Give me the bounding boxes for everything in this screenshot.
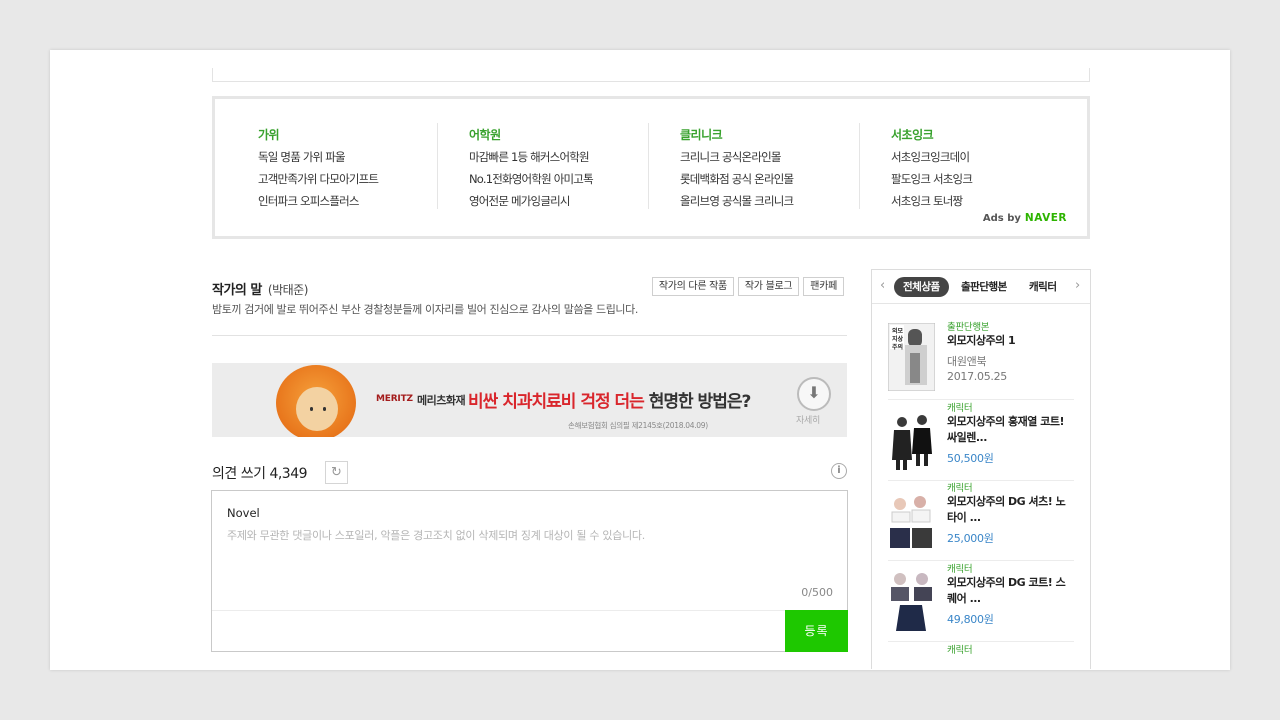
char-counter: 0/500 [801,586,833,599]
refresh-icon[interactable]: ↻ [325,461,348,484]
product-publisher: 대원앤북 [947,355,987,368]
ads-link[interactable]: 올리브영 공식몰 크리니크 [680,193,794,209]
svg-text:외모: 외모 [892,327,904,335]
download-arrow-icon[interactable]: ⬇ [797,377,831,411]
banner-headline: 비싼 치과치료비 걱정 더는 현명한 방법은? [468,387,752,412]
ads-link[interactable]: 서초잉크 토너짱 [891,193,963,209]
lion-eye [323,407,326,411]
banner-ad[interactable]: MERITZ 메리츠화재 비싼 치과치료비 걱정 더는 현명한 방법은? 손해보… [212,363,847,437]
product-item[interactable]: 외모 지상 주의 출판단행본 외모지상주의 1 대원앤북 2017.05.25 [888,319,1074,400]
product-category: 캐릭터 [947,483,973,494]
product-title[interactable]: 외모지상주의 DG 코트! 스퀘어 ... [947,575,1074,607]
product-thumbnail [888,484,935,552]
ads-link[interactable]: 독일 명품 가위 파울 [258,149,346,165]
product-category: 캐릭터 [947,645,973,656]
ads-link[interactable]: 영어전문 메가잉글리시 [469,193,570,209]
comment-user-name: Novel [227,506,260,520]
related-products-sidebar: ‹ 전체상품 출판단행본 캐릭터 › 외모 지상 주의 출판단행본 외모지상주의… [871,269,1091,669]
naver-ads-box: 가위 독일 명품 가위 파울 고객만족가위 다모아기프트 인터파크 오피스플러스… [212,96,1090,239]
tab-characters[interactable]: 캐릭터 [1020,277,1065,297]
top-divider [212,68,1090,82]
ads-column-ink: 서초잉크 서초잉크잉크데이 팔도잉크 서초잉크 서초잉크 토너짱 [859,123,1070,209]
author-note-title: 작가의 말 (박태준) [212,279,308,298]
product-category: 캐릭터 [947,403,973,414]
svg-text:지상: 지상 [892,335,904,343]
product-item[interactable]: 캐릭터 외모지상주의 홍재열 코트! 싸일렌... 50,500원 [888,400,1074,481]
product-price: 50,500원 [947,452,994,465]
tab-all-products[interactable]: 전체상품 [894,277,949,297]
svg-text:주의: 주의 [892,343,903,351]
ads-link[interactable]: 팔도잉크 서초잉크 [891,171,973,187]
product-date: 2017.05.25 [947,370,1007,383]
product-price: 49,800원 [947,613,994,626]
ads-link[interactable]: 마감빠른 1등 해커스어학원 [469,149,590,165]
product-title[interactable]: 외모지상주의 1 [947,333,1074,349]
banner-headline-highlight: 비싼 치과치료비 걱정 더는 [468,392,645,412]
lion-face [296,387,338,431]
naver-logo: NAVER [1024,212,1067,224]
ads-column-language: 어학원 마감빠른 1등 해커스어학원 No.1전화영어학원 아미고톡 영어전문 … [437,123,648,209]
banner-detail-label[interactable]: 자세히 [796,413,820,426]
ads-column-clinique: 클리니크 크리니크 공식온라인몰 롯데백화점 공식 온라인몰 올리브영 공식몰 … [648,123,859,209]
fan-cafe-button[interactable]: 팬카페 [803,277,844,296]
author-buttons: 작가의 다른 작품 작가 블로그 팬카페 [651,277,844,296]
author-note-label: 작가의 말 [212,283,262,298]
ads-link[interactable]: 크리니크 공식온라인몰 [680,149,781,165]
author-message: 밤토끼 검거에 발로 뛰어주신 부산 경찰청분들께 이자리를 빌어 진심으로 감… [212,303,638,316]
product-thumbnail: 외모 지상 주의 [888,323,935,391]
banner-brand-name: 메리츠화재 [417,394,466,407]
product-tabs: ‹ 전체상품 출판단행본 캐릭터 › [872,270,1090,304]
ads-category[interactable]: 클리니크 [680,126,723,143]
ads-category[interactable]: 서초잉크 [891,126,934,143]
product-category: 캐릭터 [947,564,973,575]
lion-eye [310,407,313,411]
ads-link[interactable]: 인터파크 오피스플러스 [258,193,359,209]
comment-write-box[interactable]: Novel 주제와 무관한 댓글이나 스포일러, 악플은 경고조치 없이 삭제되… [211,490,848,652]
product-title[interactable]: 외모지상주의 홍재열 코트! 싸일렌... [947,414,1074,446]
product-thumbnail [888,565,935,633]
page: 가위 독일 명품 가위 파울 고객만족가위 다모아기프트 인터파크 오피스플러스… [50,50,1230,670]
submit-comment-button[interactable]: 등록 [785,610,848,652]
product-item[interactable]: 캐릭터 외모지상주의 DG 셔츠! 노타이 ... 25,000원 [888,480,1074,561]
comment-count: 4,349 [269,466,308,482]
author-name: (박태준) [267,283,308,297]
ads-category[interactable]: 가위 [258,126,280,143]
product-item[interactable]: 캐릭터 외모지상주의 DG 코트! 스퀘어 ... 49,800원 [888,561,1074,642]
author-other-works-button[interactable]: 작가의 다른 작품 [651,277,734,296]
ads-link[interactable]: No.1전화영어학원 아미고톡 [469,171,594,187]
banner-headline-rest: 현명한 방법은? [643,392,752,412]
author-blog-button[interactable]: 작가 블로그 [737,277,800,296]
banner-fine-print: 손해보험협회 심의필 제2145호(2018.04.09) [568,421,708,430]
ads-link[interactable]: 롯데백화점 공식 온라인몰 [680,171,794,187]
product-item[interactable]: 캐릭터 [888,642,1074,669]
divider [212,335,847,336]
comment-section-title: 의견 쓰기 4,349 [212,463,308,483]
ads-column-scissors: 가위 독일 명품 가위 파울 고객만족가위 다모아기프트 인터파크 오피스플러스 [238,123,449,209]
comment-input[interactable]: 주제와 무관한 댓글이나 스포일러, 악플은 경고조치 없이 삭제되며 징계 대… [227,527,645,543]
info-icon[interactable]: i [831,463,847,479]
ads-link[interactable]: 고객만족가위 다모아기프트 [258,171,379,187]
chevron-right-icon[interactable]: › [1075,278,1080,293]
comment-title-label: 의견 쓰기 [212,466,266,482]
product-title[interactable]: 외모지상주의 DG 셔츠! 노타이 ... [947,494,1074,526]
chevron-left-icon[interactable]: ‹ [880,278,885,293]
banner-brand-logo: MERITZ [376,394,413,404]
product-price: 25,000원 [947,532,994,545]
comment-box-divider [212,610,786,611]
product-thumbnail [888,404,935,472]
ads-by-label: Ads by [982,213,1021,224]
ads-by-naver[interactable]: Ads by NAVER [983,212,1067,224]
tab-books[interactable]: 출판단행본 [952,277,1016,297]
ads-link[interactable]: 서초잉크잉크데이 [891,149,970,165]
product-category: 출판단행본 [947,322,990,333]
ads-category[interactable]: 어학원 [469,126,501,143]
